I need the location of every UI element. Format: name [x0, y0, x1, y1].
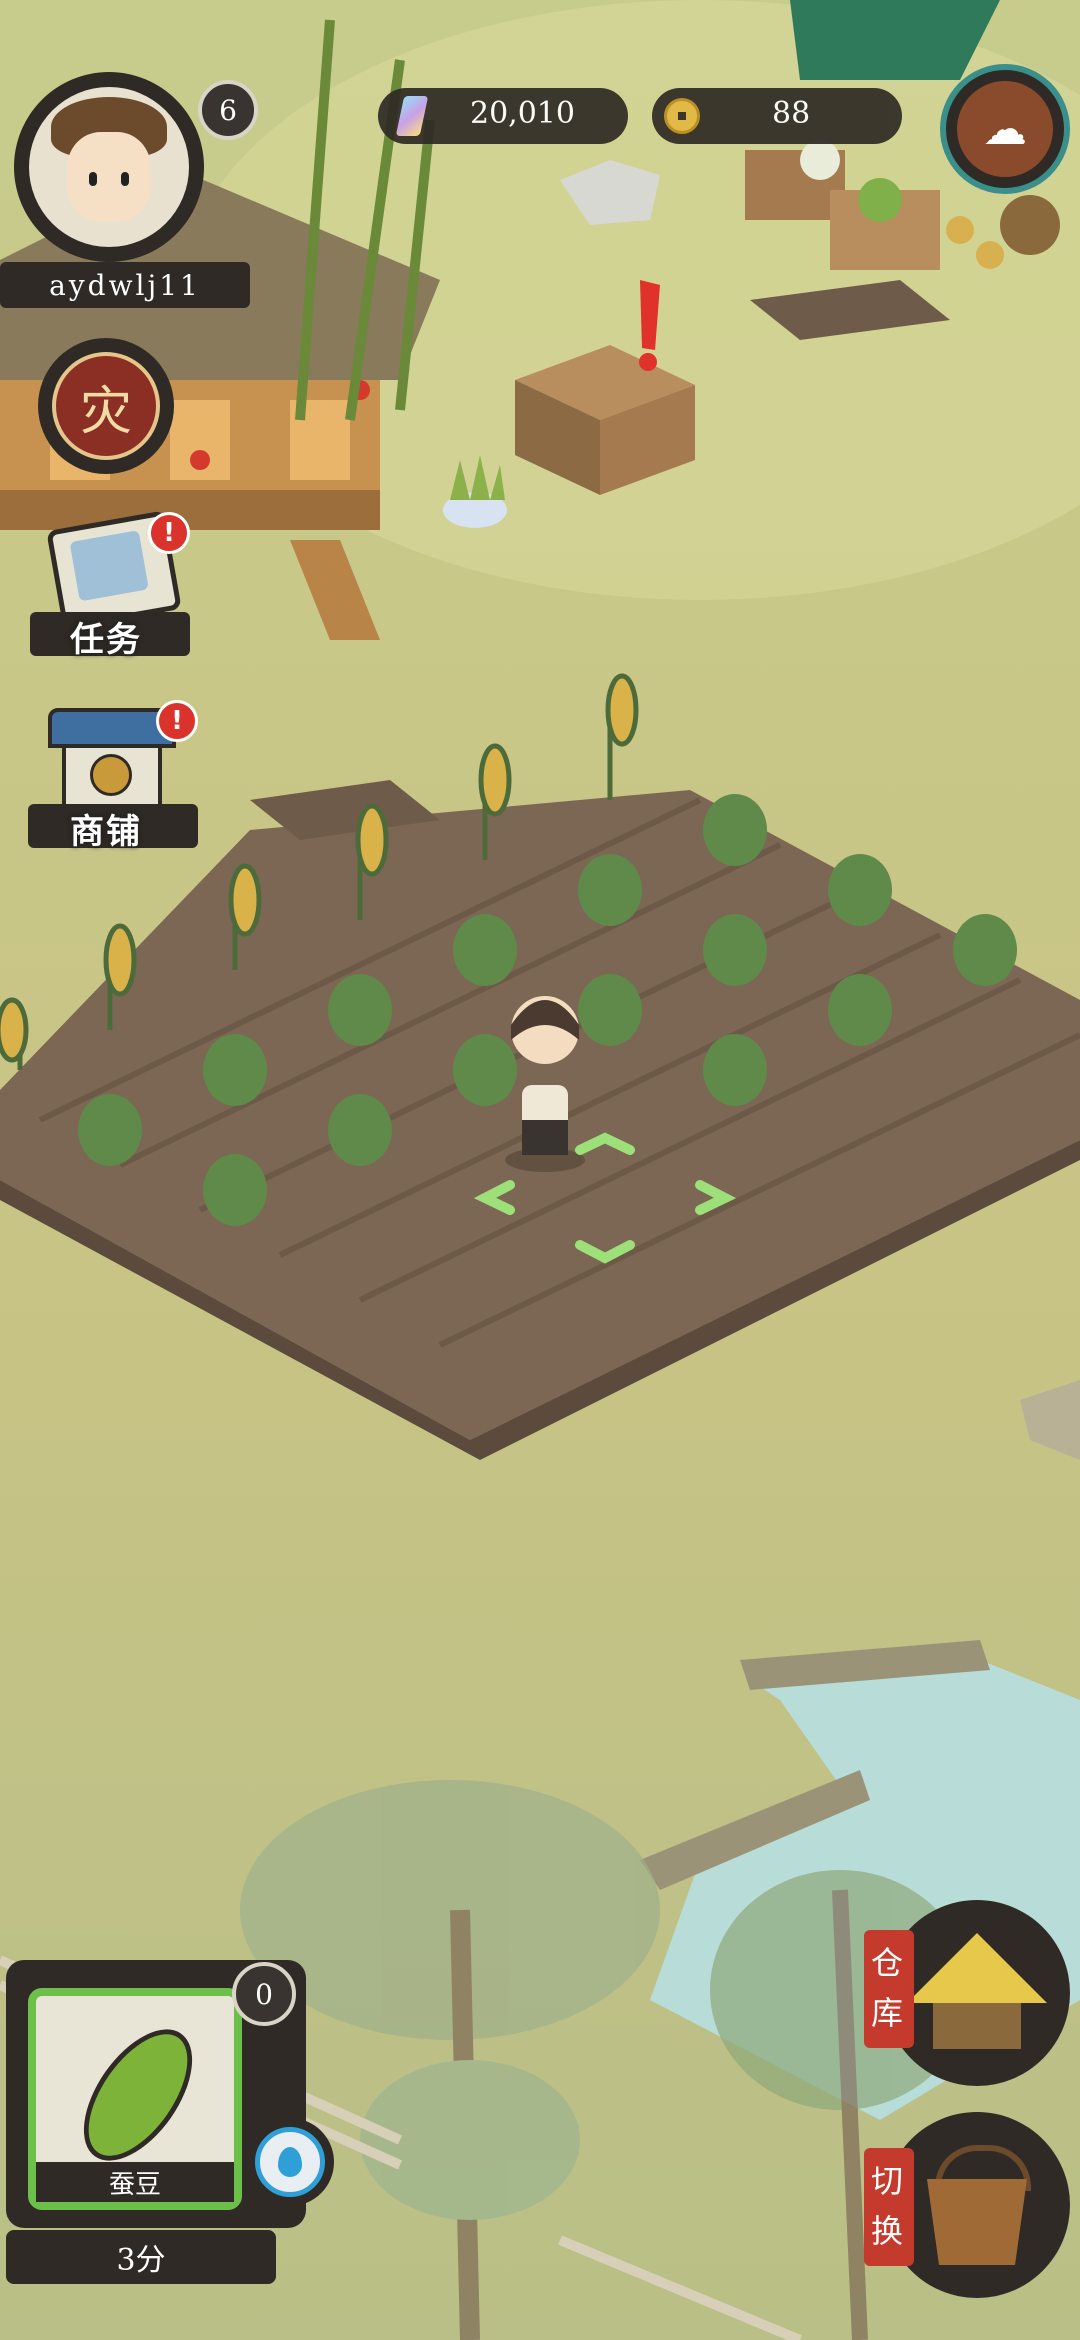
granary-icon: [907, 1923, 1047, 2063]
tasks-button[interactable]: ! 任务: [30, 510, 190, 660]
warehouse-label: 仓库: [871, 1944, 904, 2032]
player-name: aydwlj11: [49, 268, 201, 302]
seed-count: 0: [255, 1977, 273, 2011]
shop-alert-dot: !: [156, 700, 198, 742]
cloud-icon: ☁: [957, 81, 1053, 177]
disaster-char: 灾: [79, 381, 132, 442]
seed-name: 蚕豆: [108, 2169, 161, 2200]
water-drop-icon: [255, 2127, 325, 2197]
tasks-alert-dot: !: [148, 512, 190, 554]
crystal-icon: [395, 96, 429, 136]
coin-icon: [664, 98, 700, 134]
level-value: 6: [219, 93, 237, 127]
coin-amount: 88: [772, 96, 811, 131]
seed-timer: 3分: [116, 2243, 166, 2278]
crystal-amount: 20,010: [470, 96, 575, 131]
seed-count-badge: 0: [232, 1962, 296, 2026]
shop-icon: [48, 708, 176, 816]
seed-slot[interactable]: 蚕豆: [28, 1988, 242, 2210]
tasks-label: 任务: [70, 620, 142, 660]
level-badge: 6: [198, 80, 258, 140]
broad-bean-icon: [62, 2010, 214, 2180]
switch-label: 切换: [871, 2162, 904, 2250]
seed-timer-plate: 3分: [6, 2230, 276, 2284]
warehouse-tag: 仓库: [864, 1930, 914, 2048]
coin-counter[interactable]: 88: [652, 88, 902, 144]
disaster-emblem: 灾: [52, 352, 160, 460]
bucket-icon: [927, 2145, 1031, 2265]
switch-tag: 切换: [864, 2148, 914, 2266]
player-avatar[interactable]: [14, 72, 204, 262]
water-button[interactable]: [246, 2118, 334, 2206]
shop-button[interactable]: ! 商铺: [28, 700, 198, 852]
avatar-face: [29, 87, 189, 247]
seed-name-bar: 蚕豆: [36, 2162, 234, 2202]
shop-label: 商铺: [70, 812, 142, 852]
weather-button[interactable]: ☁: [940, 64, 1070, 194]
crystal-counter[interactable]: 20,010: [378, 88, 628, 144]
disaster-button[interactable]: 灾: [38, 338, 174, 474]
player-name-plate: aydwlj11: [0, 262, 250, 308]
